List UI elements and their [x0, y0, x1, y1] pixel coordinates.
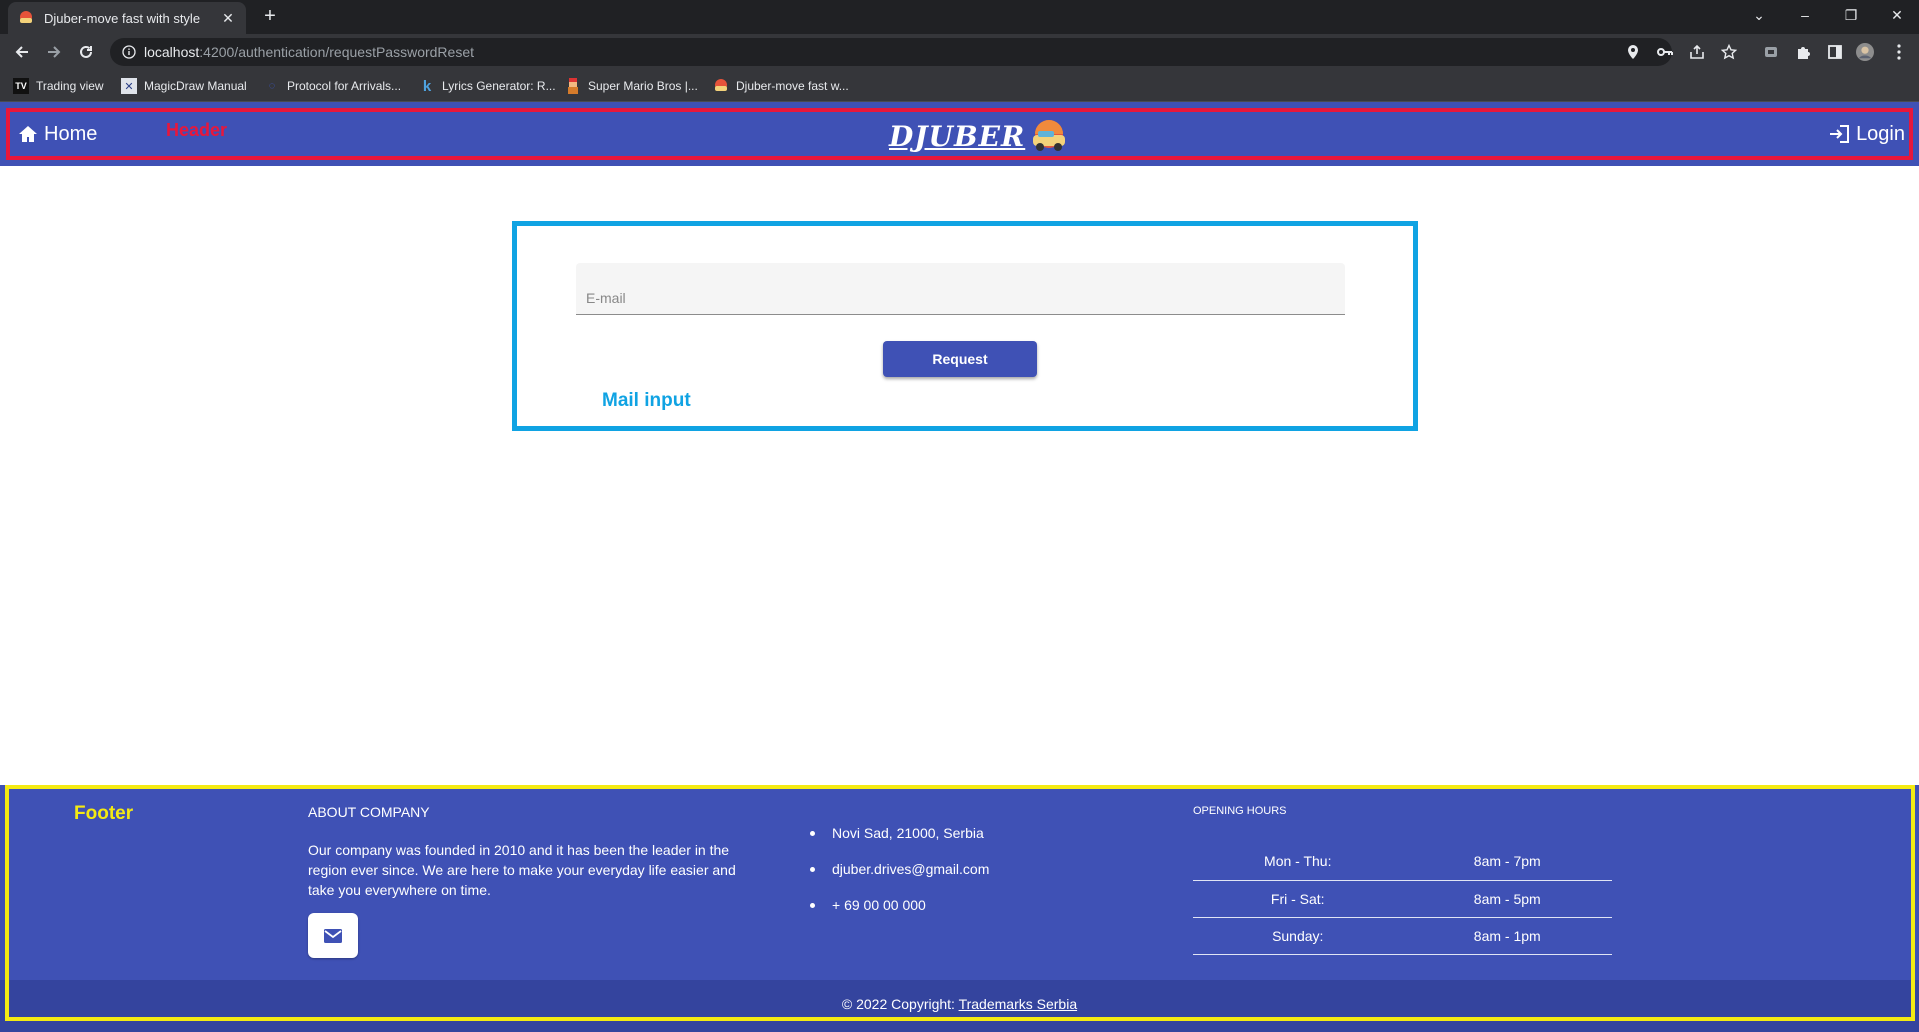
restore-icon[interactable]: ❐ — [1836, 4, 1866, 26]
tradingview-icon: TV — [13, 78, 29, 94]
bookmark-item[interactable]: ✕ MagicDraw Manual — [121, 77, 247, 95]
copyright-text: © 2022 Copyright: — [841, 996, 955, 1012]
reload-icon[interactable] — [74, 40, 98, 64]
extension-icon[interactable] — [1762, 43, 1780, 61]
login-link[interactable]: Login — [1828, 120, 1905, 148]
extensions-puzzle-icon[interactable] — [1794, 43, 1812, 61]
table-row: Fri - Sat: 8am - 5pm — [1193, 880, 1612, 918]
hours-time: 8am - 7pm — [1402, 843, 1612, 881]
djuber-favicon-icon — [713, 78, 729, 94]
hours-time: 8am - 1pm — [1402, 917, 1612, 955]
email-field[interactable] — [576, 263, 1345, 315]
bookmark-star-icon[interactable] — [1720, 43, 1738, 61]
request-button[interactable]: Request — [883, 341, 1037, 377]
logo-text: DJUBER — [889, 119, 1026, 153]
login-icon — [1830, 125, 1850, 143]
browser-menu-icon[interactable] — [1890, 43, 1908, 61]
copyright: © 2022 Copyright: Trademarks Serbia — [0, 996, 1919, 1012]
bookmark-label: Super Mario Bros |... — [588, 79, 698, 93]
browser-tab-active[interactable]: Djuber-move fast with style ✕ — [8, 2, 246, 34]
close-window-icon[interactable]: ✕ — [1882, 4, 1912, 26]
url-path: :4200/authentication/requestPasswordRese… — [199, 44, 474, 60]
about-text: Our company was founded in 2010 and it h… — [308, 842, 736, 898]
opening-hours-table: Mon - Thu: 8am - 7pm Fri - Sat: 8am - 5p… — [1193, 843, 1612, 955]
mail-input-annotation: Mail input — [602, 390, 691, 411]
contact-phone: + 69 00 00 000 — [810, 887, 989, 923]
bookmark-item[interactable]: TV Trading view — [13, 77, 104, 95]
share-icon[interactable] — [1688, 43, 1706, 61]
new-tab-icon[interactable]: + — [258, 6, 282, 28]
djuber-logo[interactable]: DJUBER — [889, 116, 1069, 156]
login-label: Login — [1856, 122, 1905, 145]
hours-day: Sunday: — [1193, 917, 1403, 955]
favicon-icon — [20, 11, 32, 23]
globe-icon: ◌ — [268, 80, 276, 92]
trademarks-link[interactable]: Trademarks Serbia — [959, 996, 1078, 1012]
magicdraw-icon: ✕ — [121, 78, 137, 94]
site-info-icon[interactable] — [122, 45, 136, 59]
hours-time: 8am - 5pm — [1402, 880, 1612, 918]
side-panel-icon[interactable] — [1826, 43, 1844, 61]
mario-icon — [565, 78, 581, 94]
profile-avatar-icon[interactable] — [1856, 43, 1874, 61]
footer-annotation: Footer — [74, 803, 134, 824]
header-annotation: Header — [166, 120, 228, 140]
table-row: Sunday: 8am - 1pm — [1193, 917, 1612, 955]
back-icon[interactable] — [10, 40, 34, 64]
bookmark-label: MagicDraw Manual — [144, 79, 247, 93]
tab-search-icon[interactable]: ⌄ — [1744, 4, 1774, 26]
k-icon: k — [422, 77, 432, 95]
bookmark-label: Protocol for Arrivals... — [287, 79, 402, 93]
bookmark-label: Djuber-move fast w... — [736, 79, 849, 93]
bookmark-label: Lyrics Generator: R... — [442, 79, 556, 93]
contact-email: djuber.drives@gmail.com — [810, 851, 989, 887]
mail-icon — [324, 928, 342, 943]
hours-title: OPENING HOURS — [1193, 805, 1287, 817]
bookmark-item[interactable]: k Lyrics Generator: R... — [419, 77, 556, 95]
browser-toolbar: localhost:4200/authentication/requestPas… — [0, 34, 1919, 70]
minimize-icon[interactable]: – — [1790, 4, 1820, 26]
home-label: Home — [44, 122, 98, 145]
table-row: Mon - Thu: 8am - 7pm — [1193, 843, 1612, 881]
hours-day: Fri - Sat: — [1193, 880, 1403, 918]
tab-title: Djuber-move fast with style — [44, 10, 201, 26]
location-icon[interactable] — [1624, 43, 1642, 61]
hours-day: Mon - Thu: — [1193, 843, 1403, 881]
url-host: localhost — [144, 44, 200, 60]
bookmarks-bar: TV Trading view ✕ MagicDraw Manual ◌ Pro… — [0, 70, 1919, 102]
tab-close-icon[interactable]: ✕ — [220, 10, 236, 27]
bookmark-label: Trading view — [36, 79, 104, 93]
forward-icon[interactable] — [42, 40, 66, 64]
contact-address: Novi Sad, 21000, Serbia — [810, 815, 989, 851]
address-bar[interactable]: localhost:4200/authentication/requestPas… — [110, 38, 1672, 66]
home-icon — [19, 126, 37, 142]
bookmark-item[interactable]: Djuber-move fast w... — [713, 77, 849, 95]
bookmark-item[interactable]: ◌ Protocol for Arrivals... — [264, 77, 401, 95]
key-icon[interactable] — [1656, 43, 1674, 61]
email-input[interactable] — [576, 263, 1345, 314]
mail-button[interactable] — [308, 913, 358, 958]
bookmark-item[interactable]: Super Mario Bros |... — [565, 77, 698, 95]
home-link[interactable]: Home — [18, 121, 97, 147]
browser-tab-bar: Djuber-move fast with style ✕ + ⌄ – ❐ ✕ — [0, 0, 1919, 34]
about-title: ABOUT COMPANY — [308, 804, 430, 820]
car-logo-icon — [1033, 120, 1066, 151]
contact-list: Novi Sad, 21000, Serbia djuber.drives@gm… — [810, 815, 989, 923]
